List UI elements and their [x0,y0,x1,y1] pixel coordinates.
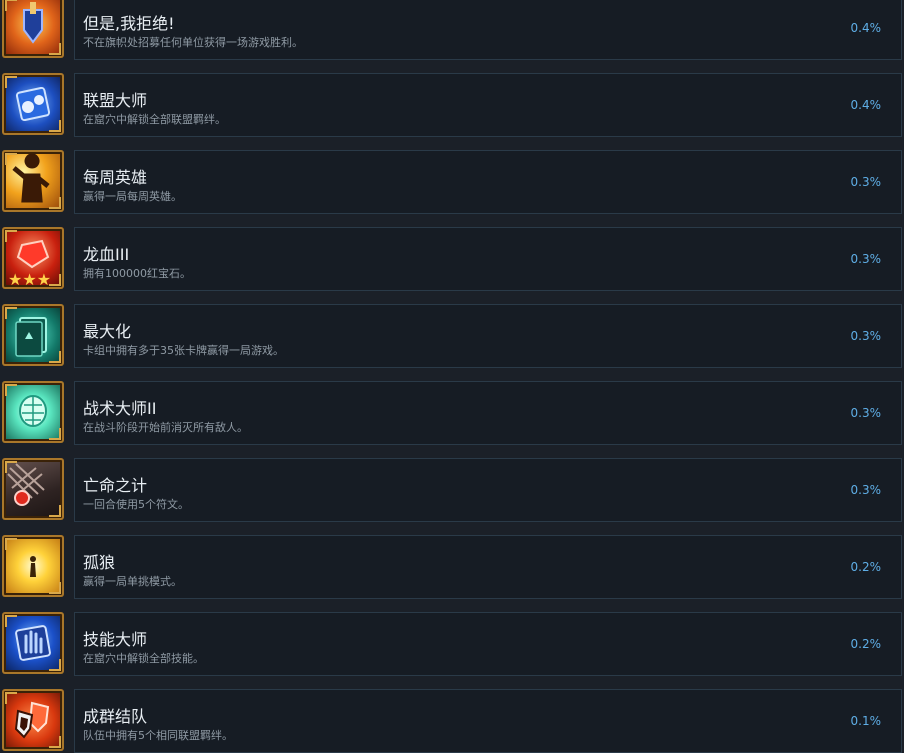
achievement-title: 成群结队 [83,707,148,726]
achievement-title: 联盟大师 [83,91,148,110]
achievement-card: 最大化 卡组中拥有多于35张卡牌赢得一局游戏。 0.3% [74,304,902,368]
achievement-description: 卡组中拥有多于35张卡牌赢得一局游戏。 [83,344,284,357]
shields-group-icon [2,689,64,751]
achievement-card: 战术大师II 在战斗阶段开始前消灭所有敌人。 0.3% [74,381,902,445]
glowing-brain-icon [2,381,64,443]
achievement-description: 拥有100000红宝石。 [83,267,191,280]
achievement-card: 成群结队 队伍中拥有5个相同联盟羁绊。 0.1% [74,689,902,753]
lone-figure-icon [2,535,64,597]
achievement-row[interactable]: 孤狼 赢得一局单挑模式。 0.2% [0,535,904,599]
achievement-row[interactable]: 联盟大师 在窟穴中解锁全部联盟羁绊。 0.4% [0,73,904,137]
achievement-title: 孤狼 [83,553,116,572]
achievement-title: 但是,我拒绝! [83,14,175,33]
achievement-card: 龙血III 拥有100000红宝石。 0.3% [74,227,902,291]
achievement-percent: 0.3% [850,329,882,343]
svg-text:★★★: ★★★ [8,270,51,289]
achievement-percent: 0.3% [850,175,882,189]
achievement-percent: 0.2% [850,637,882,651]
achievement-percent: 0.4% [850,98,882,112]
achievement-percent: 0.2% [850,560,882,574]
achievement-card: 每周英雄 赢得一局每周英雄。 0.3% [74,150,902,214]
achievement-percent: 0.3% [850,483,882,497]
achievement-row[interactable]: 最大化 卡组中拥有多于35张卡牌赢得一局游戏。 0.3% [0,304,904,368]
achievement-percent: 0.3% [850,406,882,420]
achievement-description: 赢得一局每周英雄。 [83,190,182,203]
achievement-card: 亡命之计 一回合使用5个符文。 0.3% [74,458,902,522]
achievement-description: 一回合使用5个符文。 [83,498,189,511]
achievement-card: 但是,我拒绝! 不在旗帜处招募任何单位获得一场游戏胜利。 0.4% [74,0,902,60]
achievement-percent: 0.1% [850,714,882,728]
achievement-description: 在战斗阶段开始前消灭所有敌人。 [83,421,248,434]
achievement-title: 战术大师II [83,399,157,418]
alliance-gears-icon [2,73,64,135]
hero-silhouette-icon [2,150,64,212]
achievement-description: 在窟穴中解锁全部联盟羁绊。 [83,113,226,126]
achievement-row[interactable]: 每周英雄 赢得一局每周英雄。 0.3% [0,150,904,214]
achievement-description: 不在旗帜处招募任何单位获得一场游戏胜利。 [83,36,303,49]
achievement-row[interactable]: 成群结队 队伍中拥有5个相同联盟羁绊。 0.1% [0,689,904,753]
achievement-card: 孤狼 赢得一局单挑模式。 0.2% [74,535,902,599]
achievement-row[interactable]: 战术大师II 在战斗阶段开始前消灭所有敌人。 0.3% [0,381,904,445]
achievement-list: 但是,我拒绝! 不在旗帜处招募任何单位获得一场游戏胜利。 0.4% 联盟大师 在… [0,0,904,753]
achievement-percent: 0.3% [850,252,882,266]
achievement-card: 联盟大师 在窟穴中解锁全部联盟羁绊。 0.4% [74,73,902,137]
glowing-hand-icon [2,612,64,674]
achievement-title: 亡命之计 [83,476,148,495]
achievement-row[interactable]: 但是,我拒绝! 不在旗帜处招募任何单位获得一场游戏胜利。 0.4% [0,0,904,60]
achievement-description: 在窟穴中解锁全部技能。 [83,652,204,665]
achievement-title: 技能大师 [83,630,148,649]
achievement-percent: 0.4% [850,21,882,35]
achievement-title: 最大化 [83,322,132,341]
card-deck-icon [2,304,64,366]
banner-shield-icon [2,0,64,58]
achievement-card: 技能大师 在窟穴中解锁全部技能。 0.2% [74,612,902,676]
ruby-stars-icon: ★★★ [2,227,64,289]
achievement-description: 队伍中拥有5个相同联盟羁绊。 [83,729,233,742]
achievement-row[interactable]: 技能大师 在窟穴中解锁全部技能。 0.2% [0,612,904,676]
achievement-title: 龙血III [83,245,130,264]
achievement-description: 赢得一局单挑模式。 [83,575,182,588]
achievement-row[interactable]: ★★★ 龙血III 拥有100000红宝石。 0.3% [0,227,904,291]
achievement-row[interactable]: 亡命之计 一回合使用5个符文。 0.3% [0,458,904,522]
achievement-title: 每周英雄 [83,168,148,187]
rune-grid-icon [2,458,64,520]
